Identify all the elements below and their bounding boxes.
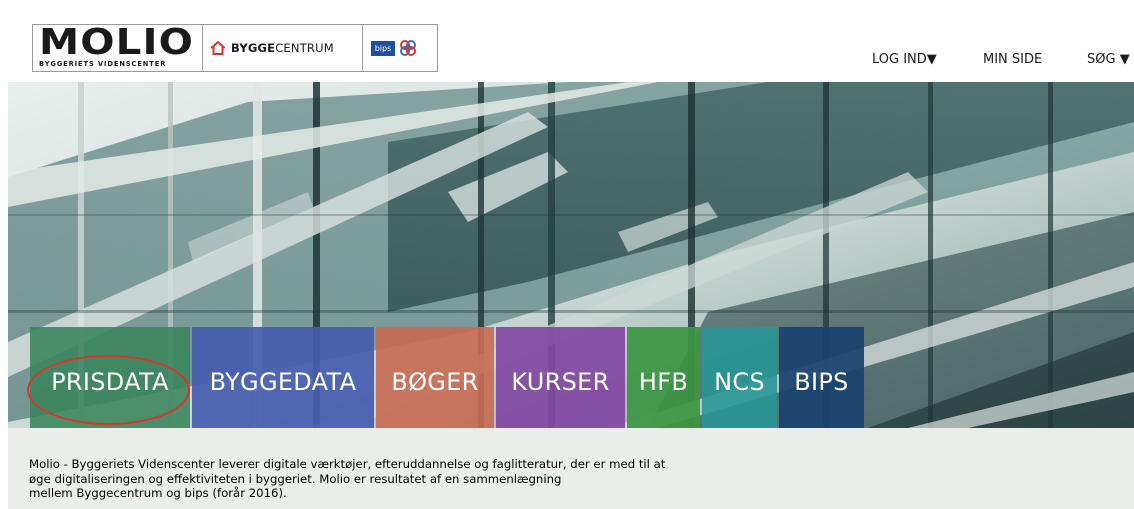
tile-ncs-label: NCS [714,367,765,396]
tile-byggedata-label: BYGGEDATA [209,367,357,396]
nav-search[interactable]: SØG ▼ [1087,52,1130,67]
tile-bips[interactable]: BIPS [779,327,864,428]
hero-banner: PRISDATA BYGGEDATA BØGER KURSER HFB NCS … [8,82,1134,428]
intro-line-1: Molio - Byggeriets Videnscenter leverer … [29,457,666,471]
tile-prisdata-label: PRISDATA [51,367,169,396]
nav-login[interactable]: LOG IND▼ [872,52,937,67]
molio-logo-subtitle: BYGGERIETS VIDENSCENTER [39,60,167,68]
tile-kurser[interactable]: KURSER [496,327,625,428]
molio-logo-word: MOLIO [39,22,194,63]
intro-paragraph: Molio - Byggeriets Videnscenter leverer … [29,457,789,501]
tile-ncs[interactable]: NCS [702,327,777,428]
nav-min-side[interactable]: MIN SIDE [983,52,1042,67]
tile-bips-label: BIPS [794,367,849,396]
site-header: MOLIO BYGGERIETS VIDENSCENTER BYGGECENTR… [0,0,1134,82]
intro-line-2: øge digitaliseringen og effektiviteten i… [29,471,562,486]
tile-prisdata[interactable]: PRISDATA [27,327,190,428]
intro-section: Molio - Byggeriets Videnscenter leverer … [8,428,1134,509]
byggecentrum-logo-text: BYGGECENTRUM [231,41,334,55]
house-icon [211,41,225,55]
partner-logo-bar[interactable]: MOLIO BYGGERIETS VIDENSCENTER BYGGECENTR… [32,22,438,72]
byggecentrum-logo[interactable]: BYGGECENTRUM [203,25,363,71]
molio-logo[interactable]: MOLIO BYGGERIETS VIDENSCENTER [33,22,203,71]
intro-line-3: mellem Byggecentrum og bips (forår 2016)… [29,486,287,500]
tile-boger-label: BØGER [391,367,479,396]
bips-knot-icon [400,40,416,56]
tile-byggedata[interactable]: BYGGEDATA [192,327,374,428]
tile-boger[interactable]: BØGER [376,327,494,428]
category-tiles: PRISDATA BYGGEDATA BØGER KURSER HFB NCS … [27,327,864,428]
tile-hfb[interactable]: HFB [627,327,700,428]
tile-hfb-label: HFB [638,367,689,396]
tile-kurser-label: KURSER [511,367,610,396]
bips-logo[interactable]: bips [363,25,437,71]
bips-logo-box: bips [371,40,395,56]
